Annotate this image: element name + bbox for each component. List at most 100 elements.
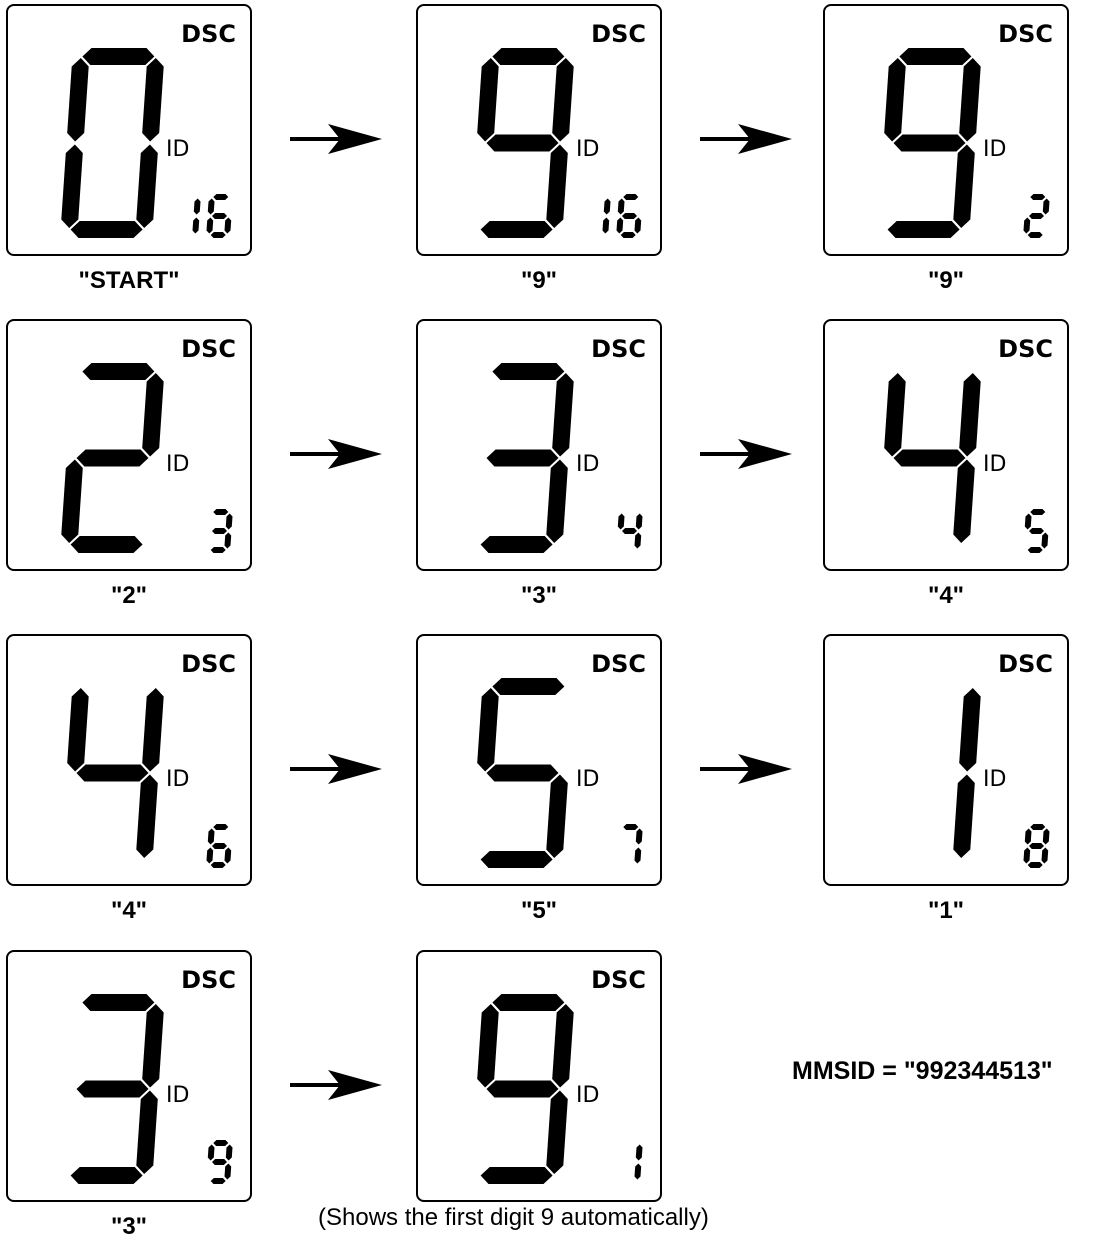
lcd-panel: DSCID46 [6, 634, 252, 886]
segment-c [1041, 847, 1049, 864]
dsc-label: DSC [591, 650, 646, 678]
segment-b [552, 1004, 574, 1088]
segment-g [622, 213, 637, 219]
segment-f [1024, 828, 1032, 845]
id-label: ID [576, 137, 600, 162]
segment-f [207, 828, 215, 845]
dsc-label: DSC [181, 650, 236, 678]
segment-e [61, 459, 83, 543]
segment-b [959, 58, 981, 142]
dsc-label: DSC [181, 966, 236, 994]
segment-a [492, 994, 565, 1011]
segment-a [82, 994, 155, 1011]
segment-b [1042, 828, 1050, 845]
segment-d [70, 221, 143, 238]
segment-f [1024, 513, 1032, 530]
segment-a [213, 824, 229, 830]
segment-c [634, 1163, 642, 1180]
segment-a [213, 509, 229, 515]
segment-e [1023, 217, 1031, 234]
segment-g [622, 528, 637, 534]
segment-a [899, 48, 972, 65]
segment-c [546, 1090, 568, 1174]
arrow-right-icon [290, 1070, 382, 1100]
dsc-label: DSC [998, 650, 1053, 678]
lcd-panel: DSCID23 [6, 319, 252, 571]
id-label: ID [576, 1083, 600, 1108]
segment-f [884, 58, 906, 142]
segment-a [492, 363, 565, 380]
segment-d [210, 862, 226, 868]
step-caption: "4" [110, 897, 148, 924]
arrow-right-icon [700, 124, 792, 154]
segment-a [492, 48, 565, 65]
dsc-label: DSC [998, 335, 1053, 363]
segment-f [477, 688, 499, 772]
id-label: ID [166, 1083, 190, 1108]
step-caption: "START" [78, 267, 180, 294]
segment-c [224, 1163, 232, 1180]
segment-f [207, 1144, 215, 1161]
segment-d [480, 1167, 553, 1184]
segment-f [67, 58, 89, 142]
lcd-panel: DSCID916 [416, 4, 662, 256]
segment-d [887, 221, 960, 238]
segment-b [193, 198, 201, 215]
id-label: ID [166, 452, 190, 477]
segment-g [893, 449, 966, 467]
segment-e [206, 847, 214, 864]
segment-d [620, 232, 636, 238]
segment-d [210, 232, 226, 238]
id-label: ID [166, 137, 190, 162]
segment-f [477, 1004, 499, 1088]
dsc-label: DSC [181, 20, 236, 48]
segment-b [603, 198, 611, 215]
segment-g [486, 1080, 559, 1098]
id-label: ID [983, 452, 1007, 477]
mmsid-result: MMSID = "992344513" [792, 1057, 1053, 1085]
id-label: ID [576, 767, 600, 792]
segment-e [616, 217, 624, 234]
segment-c [546, 144, 568, 228]
segment-f [477, 58, 499, 142]
segment-d [1027, 547, 1043, 553]
step-caption: "9" [927, 267, 965, 294]
lcd-panel: DSCID91 [416, 950, 662, 1202]
segment-c [546, 774, 568, 858]
segment-a [213, 1140, 229, 1146]
segment-f [67, 688, 89, 772]
segment-e [1023, 847, 1031, 864]
segment-d [480, 536, 553, 553]
segment-d [1027, 232, 1043, 238]
segment-g [212, 843, 227, 849]
segment-c [634, 847, 642, 864]
segment-b [552, 58, 574, 142]
lcd-panel: DSCID45 [823, 319, 1069, 571]
segment-a [492, 678, 565, 695]
id-label: ID [983, 137, 1007, 162]
segment-c [192, 217, 200, 234]
segment-g [486, 134, 559, 152]
segment-g [486, 764, 559, 782]
segment-c [953, 144, 975, 228]
dsc-label: DSC [998, 20, 1053, 48]
dsc-label: DSC [591, 20, 646, 48]
segment-c [546, 459, 568, 543]
segment-d [70, 1167, 143, 1184]
lcd-panel: DSCID18 [823, 634, 1069, 886]
lcd-panel: DSCID57 [416, 634, 662, 886]
segment-b [635, 828, 643, 845]
segment-b [959, 373, 981, 457]
segment-g [212, 528, 227, 534]
segment-g [1029, 213, 1044, 219]
step-caption: "2" [110, 582, 148, 609]
segment-c [136, 774, 158, 858]
segment-g [76, 1080, 149, 1098]
segment-b [959, 688, 981, 772]
segment-g [76, 764, 149, 782]
arrow-right-icon [290, 754, 382, 784]
segment-f [617, 198, 625, 215]
segment-a [623, 194, 639, 200]
dsc-label: DSC [181, 335, 236, 363]
segment-c [224, 847, 232, 864]
